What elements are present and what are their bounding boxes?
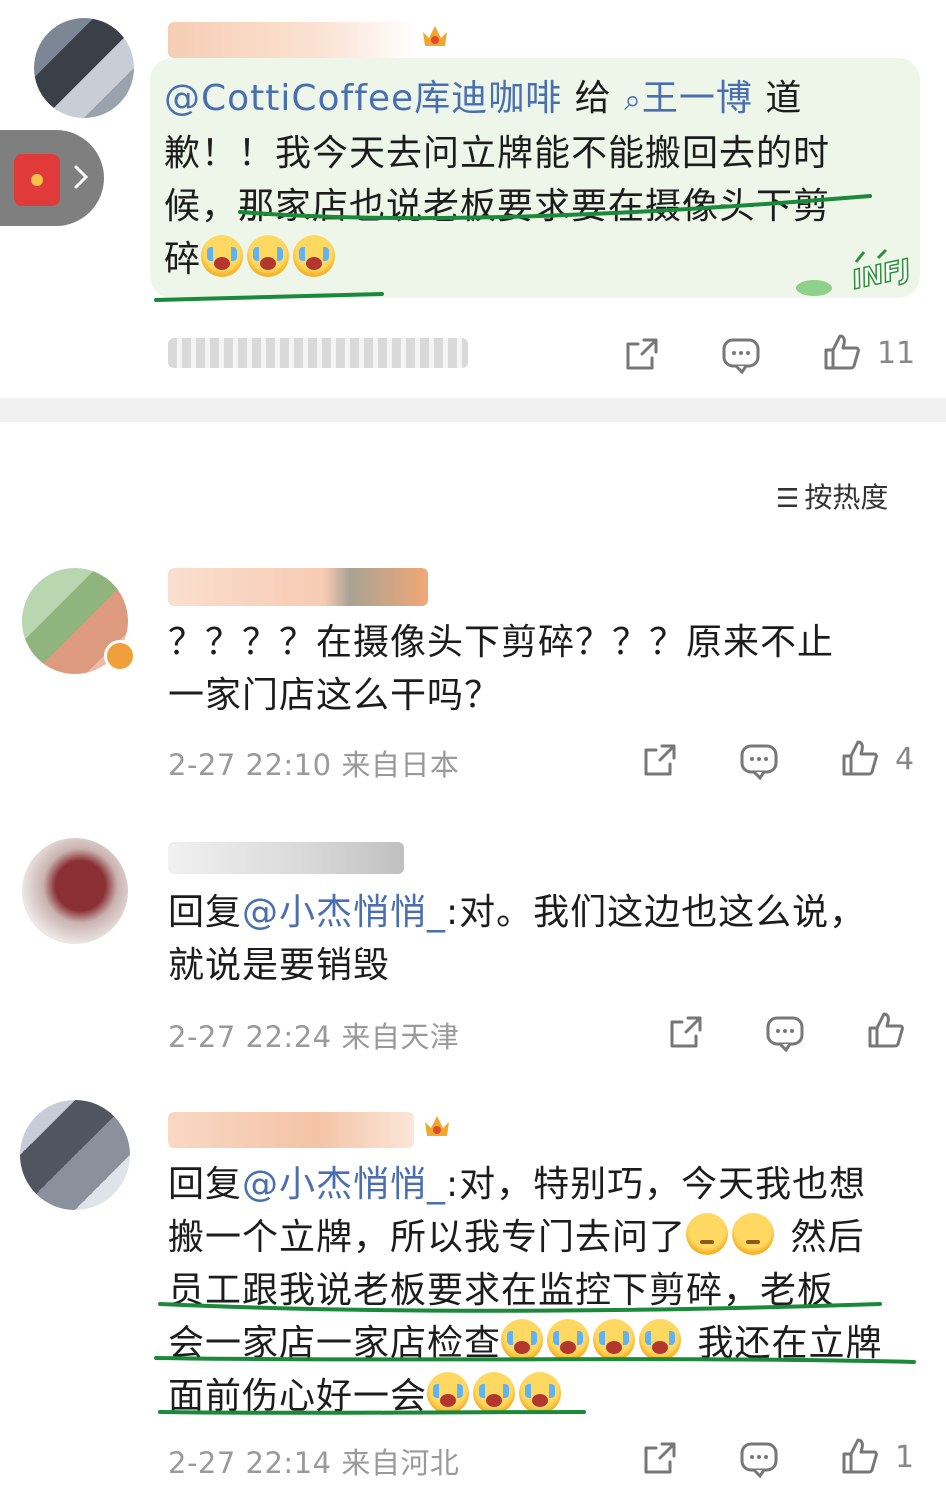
like-count: 11 (877, 336, 916, 371)
comment-location: 来自天津 (341, 1020, 460, 1054)
comment-button[interactable] (720, 334, 762, 376)
like-button[interactable] (840, 1436, 880, 1476)
comment-button[interactable] (764, 1012, 806, 1054)
highlight-underline (0, 1100, 946, 1498)
comment-time: 2-27 22:10 (168, 748, 332, 782)
post-card: @CottiCoffee库迪咖啡 给 ⌕王一博 道 歉！！我今天去问立牌能不能搬… (0, 0, 946, 398)
comment-item: ？？？？在摄像头下剪碎？？？原来不止 一家门店这么干吗？ 2-27 22:10 … (0, 556, 946, 796)
comment-meta: 2-27 22:24 来自天津 (168, 1014, 459, 1056)
time-location-redacted (168, 338, 468, 368)
comment-location: 来自河北 (341, 1446, 460, 1480)
comment-button[interactable] (738, 1438, 780, 1480)
verified-badge-icon (104, 640, 136, 672)
like-button[interactable] (840, 738, 880, 778)
share-icon (626, 338, 658, 370)
sort-toggle[interactable]: ☰ 按热度 (776, 476, 888, 516)
like-button[interactable] (822, 332, 862, 372)
like-count: 4 (895, 742, 915, 777)
share-button[interactable] (640, 740, 680, 780)
share-button[interactable] (622, 334, 662, 374)
comment-button[interactable] (738, 740, 780, 782)
comment-meta: 2-27 22:10 来自日本 (168, 742, 459, 784)
comment-time: 2-27 22:14 (168, 1446, 332, 1480)
thumbs-up-icon (842, 1438, 878, 1474)
thumbs-up-icon (824, 334, 860, 370)
like-button[interactable] (866, 1010, 906, 1050)
share-icon (670, 1016, 702, 1048)
share-icon (644, 744, 676, 776)
comment-time: 2-27 22:24 (168, 1020, 332, 1054)
like-count: 1 (895, 1440, 915, 1475)
thumbs-up-icon (842, 740, 878, 776)
username-redacted[interactable] (168, 842, 404, 874)
comment-icon (740, 1442, 778, 1479)
mention-link[interactable]: @小杰悄悄_ (242, 892, 446, 933)
highlight-underline (0, 0, 946, 398)
comment-text: ？？？？在摄像头下剪碎？？？原来不止 一家门店这么干吗？ (168, 622, 835, 716)
share-icon (644, 1442, 676, 1474)
comment-item: 回复@小杰悄悄_:对，特别巧，今天我也想 搬一个立牌，所以我专门去问了 然后 员… (0, 1100, 946, 1498)
comment-item: 回复@小杰悄悄_:对。我们这边也这么说， 就说是要销毁 2-27 22:24 来… (0, 834, 946, 1074)
comment-text: 回复@小杰悄悄_:对。我们这边也这么说， 就说是要销毁 (168, 892, 867, 986)
share-button[interactable] (666, 1012, 706, 1052)
comment-meta: 2-27 22:14 来自河北 (168, 1440, 459, 1482)
section-divider (0, 398, 946, 422)
thumbs-up-icon (868, 1012, 904, 1048)
sort-icon: ☰ (776, 484, 800, 514)
avatar[interactable] (22, 838, 128, 944)
sort-label: 按热度 (804, 481, 889, 514)
comment-location: 来自日本 (341, 748, 460, 782)
share-button[interactable] (640, 1438, 680, 1478)
comment-icon (766, 1016, 804, 1053)
username-redacted[interactable] (168, 568, 428, 606)
comment-icon (740, 744, 778, 781)
comment-icon (722, 338, 760, 375)
